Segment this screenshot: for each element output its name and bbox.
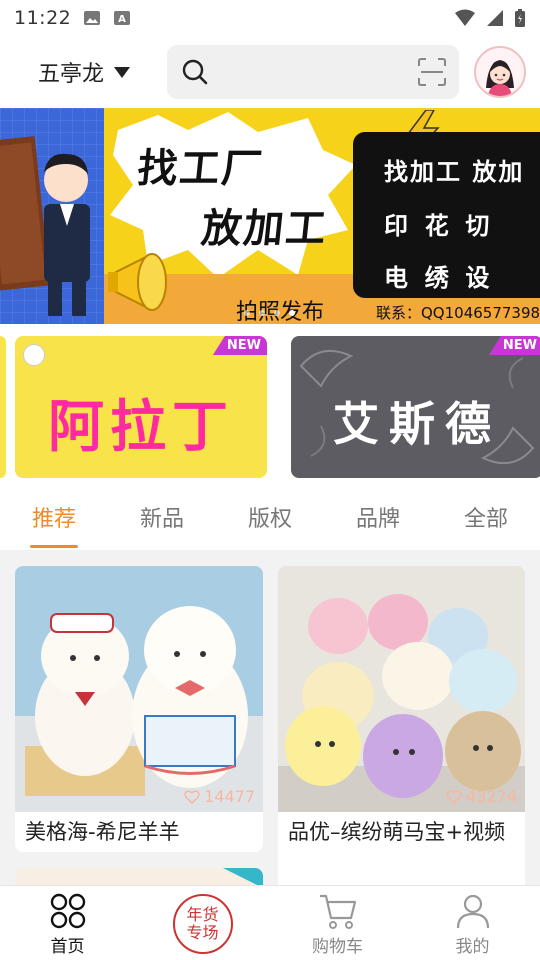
tab-recommended[interactable]: 推荐 — [0, 490, 108, 550]
tab-all[interactable]: 全部 — [432, 490, 540, 550]
brand-name: 阿拉丁 — [48, 395, 234, 460]
like-count[interactable]: 43274 — [446, 787, 517, 806]
tab-new[interactable]: 新品 — [108, 490, 216, 550]
brand-name: 艾斯德 — [333, 397, 501, 451]
status-bar: 11:22 A — [0, 0, 540, 36]
promo-banner[interactable]: 找工厂 放加工 找加工 放加 印 花 切 电 绣 设 拍照发布 联系：QQ104… — [0, 108, 540, 324]
bottom-navigation: 首页 年货 专场 购物车 我的 — [0, 885, 540, 960]
user-icon — [456, 894, 489, 929]
cart-icon — [319, 894, 356, 929]
product-title: 美格海-希尼羊羊 — [25, 820, 180, 844]
search-bar[interactable] — [167, 45, 459, 99]
brand-carousel: NEW 阿拉丁 NEW 艾斯德 — [0, 324, 540, 490]
tab-copyright[interactable]: 版权 — [216, 490, 324, 550]
category-tabs: 推荐 新品 版权 品牌 全部 — [0, 490, 540, 550]
product-image: 14477 — [15, 566, 263, 812]
product-title: 品优–缤纷萌马宝+视频 — [288, 820, 506, 844]
wifi-icon — [455, 9, 475, 26]
svg-text:A: A — [118, 14, 126, 25]
scan-icon[interactable] — [417, 57, 447, 87]
like-count-value: 14477 — [204, 787, 255, 806]
cartoon-man-illustration — [0, 108, 104, 324]
nav-special[interactable]: 年货 专场 — [135, 886, 270, 960]
new-badge: NEW — [212, 336, 267, 355]
product-card-partial[interactable] — [15, 868, 263, 885]
product-card[interactable]: 14477 美格海-希尼羊羊 — [15, 566, 263, 852]
brand-tile-aladdin[interactable]: NEW 阿拉丁 — [15, 336, 267, 478]
location-selector[interactable]: 五亭龙 — [38, 56, 131, 88]
plush-pony-image — [278, 566, 525, 812]
product-card[interactable]: 43274 品优–缤纷萌马宝+视频 — [278, 566, 525, 885]
home-grid-icon — [50, 893, 85, 929]
image-notification-icon — [84, 11, 101, 25]
nav-home[interactable]: 首页 — [0, 886, 135, 960]
corner-tag-icon — [223, 868, 263, 885]
seal-line-2: 专场 — [186, 923, 219, 942]
plush-lamb-image — [15, 566, 263, 812]
banner-headline-2: 放加工 — [199, 206, 330, 252]
like-count[interactable]: 14477 — [184, 787, 255, 806]
banner-service-row-3: 电 绣 设 — [384, 264, 490, 292]
banner-headline-1: 找工厂 — [135, 146, 266, 192]
battery-icon — [515, 9, 525, 27]
heart-icon — [184, 789, 200, 804]
like-count-value: 43274 — [466, 787, 517, 806]
product-grid: 14477 美格海-希尼羊羊 43274 品优–缤纷萌马宝+视频 — [0, 550, 540, 885]
signal-icon — [487, 10, 503, 26]
nav-mine-label: 我的 — [455, 937, 490, 957]
caret-down-icon — [114, 66, 131, 78]
megaphone-icon — [108, 253, 167, 311]
search-icon — [182, 59, 208, 85]
nav-cart[interactable]: 购物车 — [270, 886, 405, 960]
nav-mine[interactable]: 我的 — [405, 886, 540, 960]
text-notification-icon: A — [114, 11, 131, 25]
brand-tile-previous[interactable] — [0, 336, 6, 478]
nav-home-label: 首页 — [50, 937, 85, 957]
banner-service-row-1: 找加工 放加 — [384, 158, 525, 186]
banner-service-row-2: 印 花 切 — [384, 212, 490, 240]
user-avatar[interactable] — [474, 46, 526, 98]
banner-contact: 联系：QQ1046577398 — [376, 304, 540, 322]
product-image: 43274 — [278, 566, 525, 812]
nav-cart-label: 购物车 — [312, 937, 363, 957]
brand-logo-icon — [23, 344, 45, 366]
banner-left-panel — [0, 108, 104, 324]
seal-line-1: 年货 — [186, 905, 219, 924]
avatar-girl-icon — [476, 48, 524, 96]
location-label: 五亭龙 — [38, 62, 105, 87]
status-time: 11:22 — [14, 7, 72, 29]
heart-icon — [446, 789, 462, 804]
new-year-goods-seal: 年货 专场 — [172, 894, 233, 954]
banner-pagination-dots — [244, 310, 295, 316]
tab-brand[interactable]: 品牌 — [324, 490, 432, 550]
brand-tile-aisde[interactable]: NEW 艾斯德 — [291, 336, 540, 478]
app-header: 五亭龙 — [0, 36, 540, 108]
